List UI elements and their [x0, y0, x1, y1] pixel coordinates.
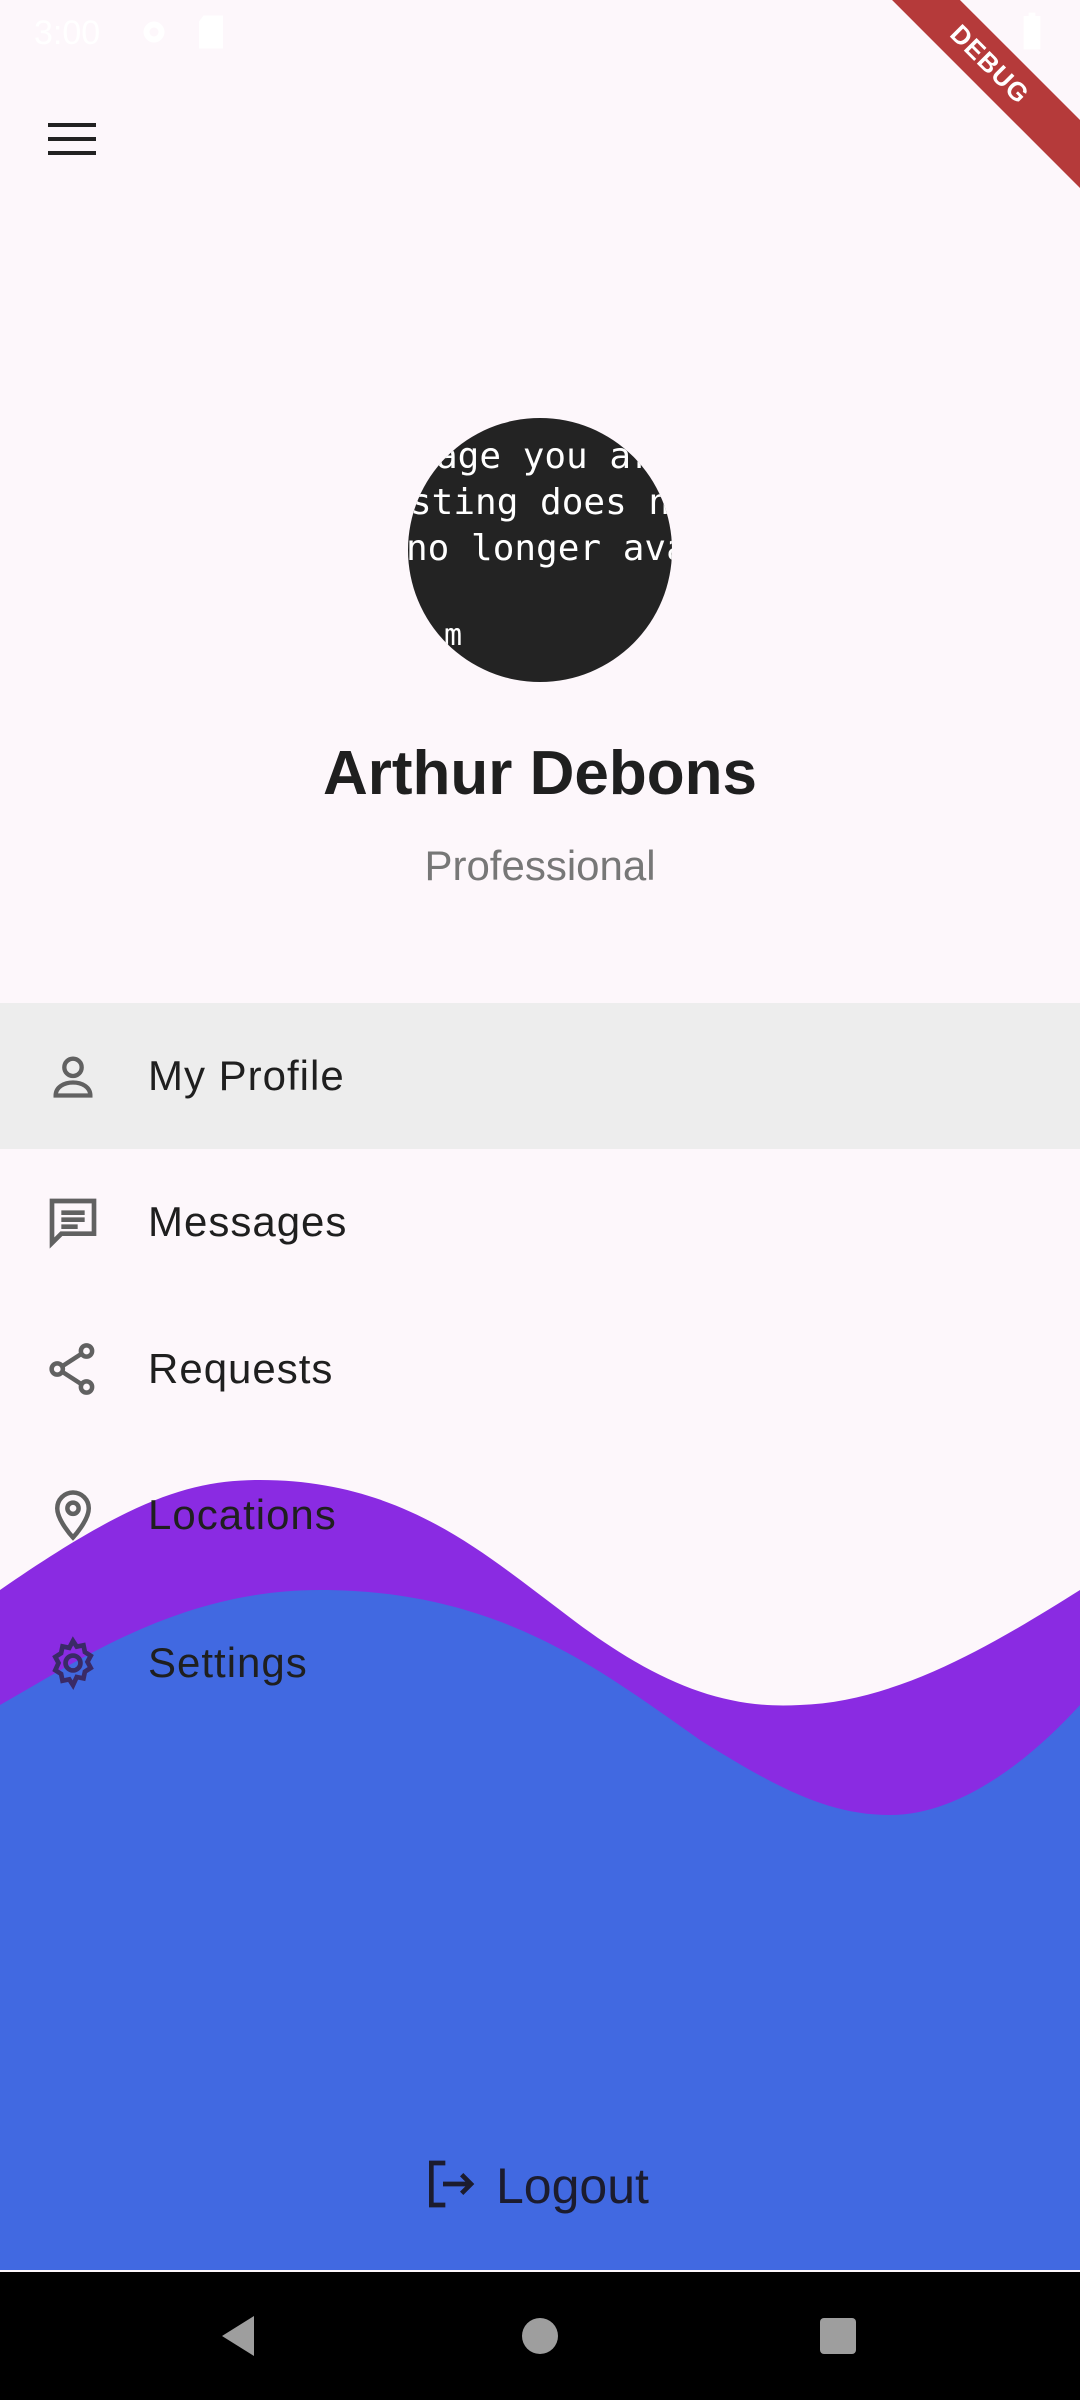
battery-icon	[1022, 12, 1042, 55]
avatar-text-line: age you are	[436, 436, 672, 477]
menu-item-label: Settings	[148, 1639, 308, 1686]
share-icon	[44, 1340, 102, 1398]
profile-name: Arthur Debons	[323, 739, 757, 808]
hamburger-menu-icon	[48, 121, 98, 162]
menu-item-settings[interactable]: Settings	[0, 1590, 1080, 1736]
menu-item-label: Locations	[148, 1491, 337, 1538]
hamburger-menu-button[interactable]	[28, 96, 118, 186]
profile-role: Professional	[424, 842, 656, 889]
menu-item-label: Requests	[148, 1345, 334, 1392]
menu-item-requests[interactable]: Requests	[0, 1296, 1080, 1442]
location-pin-icon	[44, 1486, 102, 1544]
settings-gear-icon	[44, 1634, 102, 1692]
menu-item-messages[interactable]: Messages	[0, 1149, 1080, 1295]
avatar-text-line: m	[444, 618, 463, 653]
menu-item-label: My Profile	[148, 1052, 345, 1099]
status-time: 3:00	[34, 14, 101, 52]
settings-icon	[136, 14, 172, 55]
avatar-text-line: no longer avail	[408, 528, 672, 569]
home-icon[interactable]	[510, 2306, 570, 2366]
app-screen: 3:00 DEBUG age you are sting does no no …	[0, 0, 1080, 2400]
logout-label: Logout	[496, 2158, 649, 2214]
message-icon	[44, 1193, 102, 1251]
back-icon[interactable]	[208, 2306, 268, 2366]
logout-icon	[422, 2156, 478, 2217]
menu-item-label: Messages	[148, 1198, 348, 1245]
system-navigation-bar	[0, 2272, 1080, 2400]
menu-item-my-profile[interactable]: My Profile	[0, 1003, 1080, 1149]
person-icon	[44, 1047, 102, 1105]
logout-button[interactable]: Logout	[422, 2150, 649, 2222]
avatar[interactable]: age you are sting does no no longer avai…	[408, 418, 672, 682]
sd-card-icon	[196, 14, 226, 55]
menu-item-locations[interactable]: Locations	[0, 1442, 1080, 1588]
avatar-text-line: sting does no	[410, 482, 672, 523]
recents-icon[interactable]	[808, 2306, 868, 2366]
